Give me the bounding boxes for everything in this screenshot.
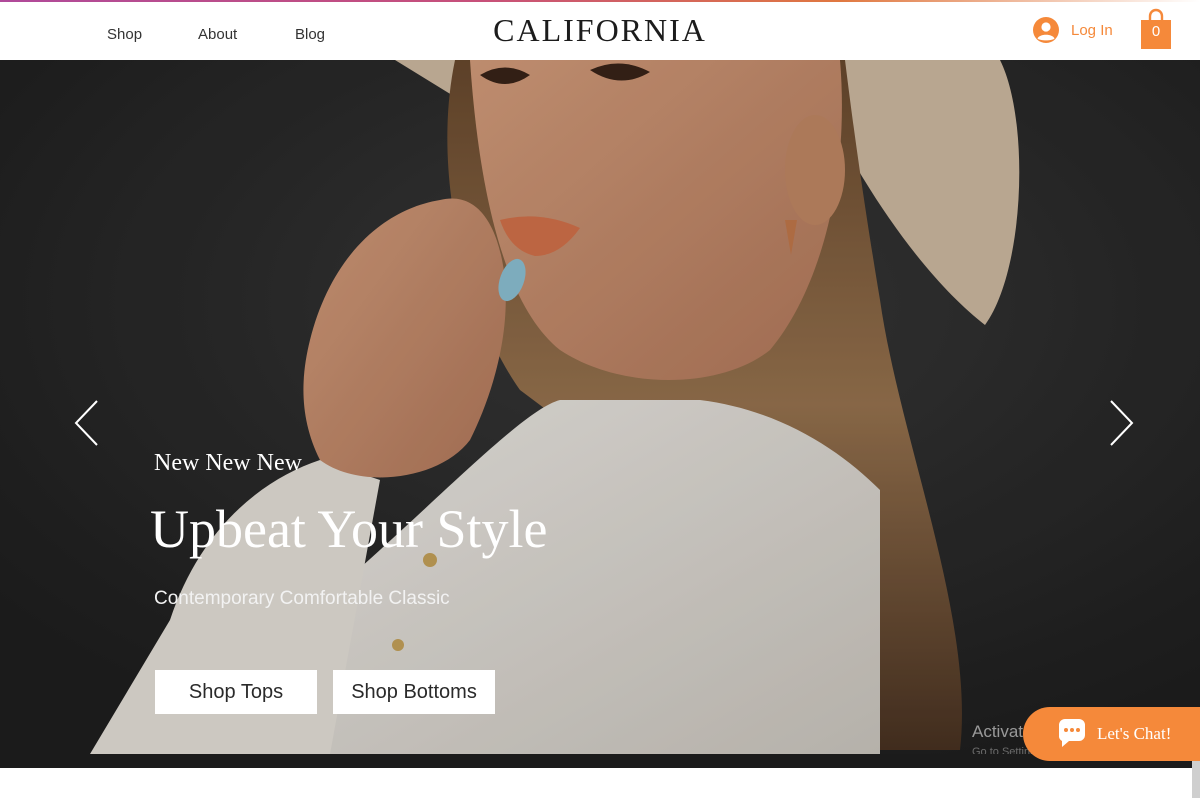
login-button[interactable]: Log In <box>1033 15 1113 45</box>
hero-headline: Upbeat Your Style <box>150 499 548 559</box>
login-label: Log In <box>1071 21 1113 39</box>
site-logo: CALIFORNIA <box>493 12 707 48</box>
cart-button[interactable]: 0 <box>1140 8 1172 50</box>
avatar-icon <box>1033 17 1059 43</box>
nav-blog[interactable]: Blog <box>295 26 325 43</box>
chat-label: Let's Chat! <box>1097 724 1172 743</box>
prev-slide-arrow[interactable] <box>72 398 102 448</box>
hero-subline: Contemporary Comfortable Classic <box>154 588 450 609</box>
hero-eyebrow: New New New <box>154 450 302 476</box>
chat-widget-button[interactable]: Let's Chat! <box>1023 707 1200 761</box>
hero-image <box>0 60 1200 754</box>
chat-bubble-icon <box>1058 719 1085 747</box>
shop-bottoms-button[interactable]: Shop Bottoms <box>333 670 495 714</box>
shop-tops-button[interactable]: Shop Tops <box>155 670 317 714</box>
site-header: Shop About Blog CALIFORNIA Log In 0 <box>0 2 1200 60</box>
nav-about[interactable]: About <box>198 26 237 43</box>
nav-shop[interactable]: Shop <box>107 26 142 43</box>
hero-slideshow: New New New Upbeat Your Style Contempora… <box>0 60 1200 754</box>
next-slide-arrow[interactable] <box>1106 398 1136 448</box>
section-divider <box>0 754 1200 768</box>
cart-count: 0 <box>1151 23 1161 40</box>
